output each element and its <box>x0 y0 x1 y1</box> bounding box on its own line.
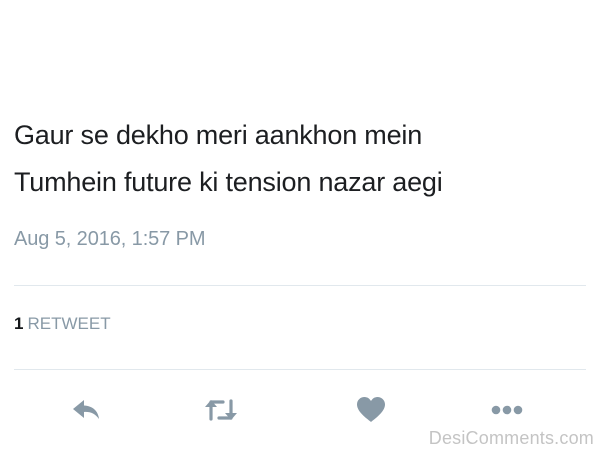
more-dots-icon <box>491 405 523 415</box>
retweet-icon <box>203 397 239 423</box>
tweet-actions-bar <box>0 390 600 430</box>
tweet-text-line-1: Gaur se dekho meri aankhon mein <box>14 120 423 150</box>
like-button[interactable] <box>351 390 391 430</box>
retweet-label: RETWEET <box>27 314 111 333</box>
tweet-text-line-2: Tumhein future ki tension nazar aegi <box>14 167 443 197</box>
more-button[interactable] <box>487 390 527 430</box>
retweet-stats[interactable]: 1 RETWEET <box>14 314 111 334</box>
retweet-button[interactable] <box>201 390 241 430</box>
tweet-timestamp[interactable]: Aug 5, 2016, 1:57 PM <box>14 228 206 251</box>
tweet-detail: Gaur se dekho meri aankhon mein Tumhein … <box>0 0 600 455</box>
retweet-count: 1 <box>14 314 24 333</box>
reply-icon <box>72 398 102 422</box>
watermark: DesiComments.com <box>428 428 594 448</box>
tweet-text: Gaur se dekho meri aankhon mein Tumhein … <box>14 112 574 206</box>
divider <box>14 285 586 286</box>
heart-icon <box>356 396 386 424</box>
divider <box>14 369 586 370</box>
reply-button[interactable] <box>67 390 107 430</box>
